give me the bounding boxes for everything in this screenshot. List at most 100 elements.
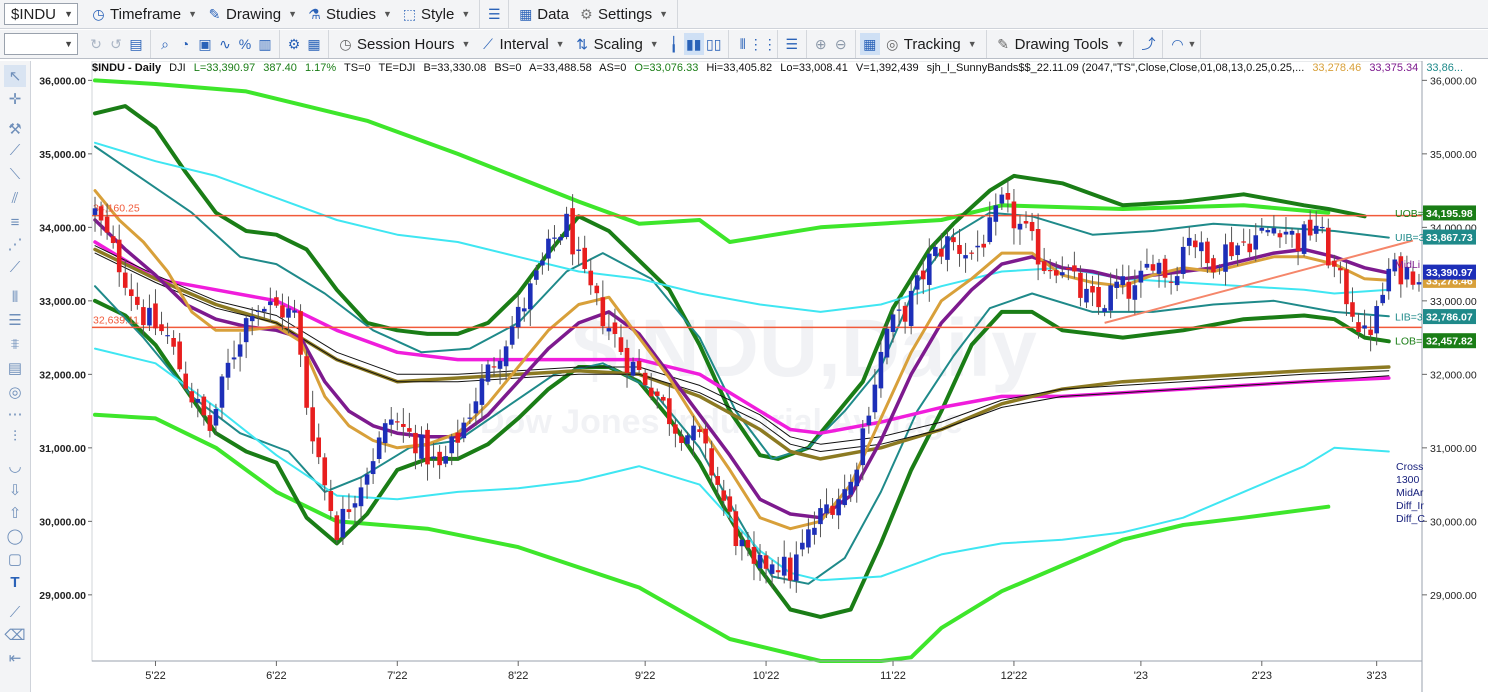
- candle-body: [340, 508, 346, 538]
- arrow-down-icon[interactable]: ⇩: [4, 479, 26, 501]
- speed-lines-icon[interactable]: ⫶: [4, 425, 26, 447]
- chevron-down-icon: ▼: [188, 9, 198, 19]
- candle-body: [310, 407, 315, 442]
- candle: [975, 230, 980, 262]
- chart-wave-icon[interactable]: ∿: [215, 33, 235, 55]
- reload-icon[interactable]: ↺: [106, 33, 126, 55]
- table-icon[interactable]: ▤: [126, 33, 146, 55]
- layout-icon[interactable]: ☰: [484, 3, 504, 25]
- time-tick-label: 7'22: [387, 670, 407, 682]
- drawing-button[interactable]: ✎ Drawing ▼: [202, 3, 302, 25]
- ruler-icon[interactable]: ⟋: [4, 601, 26, 623]
- zoom-in-icon[interactable]: ⊕: [811, 33, 831, 55]
- line-tool-icon[interactable]: ⟋: [4, 139, 26, 161]
- left-price-tick-label: 36,000.00: [39, 75, 86, 87]
- image-icon[interactable]: ▣: [195, 33, 215, 55]
- data-button[interactable]: ▦ Data: [513, 3, 574, 25]
- gauge-icon[interactable]: ◔: [175, 33, 195, 55]
- text-tool-icon[interactable]: T: [4, 571, 26, 593]
- arc-icon[interactable]: ◡: [4, 455, 26, 477]
- hline-label-2: 32,639.11: [93, 314, 139, 326]
- toolbar-group-refresh: ↻ ↺ ▤: [82, 30, 151, 58]
- zoom-out-icon[interactable]: ⊖: [831, 33, 851, 55]
- candle-body: [286, 308, 291, 318]
- ellipse-icon[interactable]: ◯: [4, 525, 26, 547]
- fib-tool-icon[interactable]: ☰: [4, 309, 26, 331]
- chart-volume-icon[interactable]: ▥: [255, 33, 275, 55]
- candle-body: [1368, 329, 1373, 336]
- chevron-down-icon: ▼: [1115, 39, 1125, 49]
- candle-body: [654, 391, 660, 396]
- candle-body: [1174, 276, 1180, 286]
- label-midline: MidLi: [1395, 259, 1420, 271]
- rectangle-icon[interactable]: ▢: [4, 548, 26, 570]
- timeframe-button[interactable]: ◷ Timeframe ▼: [86, 3, 202, 25]
- collapse-left-icon[interactable]: ⇤: [4, 647, 26, 669]
- grid-tool-icon[interactable]: ▤: [4, 357, 26, 379]
- style-button[interactable]: ⬚ Style ▼: [397, 3, 475, 25]
- wand-icon[interactable]: ⚒: [4, 118, 26, 140]
- candle-body: [1180, 246, 1186, 274]
- bar-chart-icon[interactable]: ╽: [664, 33, 684, 55]
- time-tick-label: 5'22: [145, 670, 165, 682]
- header-open: O=33,076.33: [634, 62, 699, 74]
- hollow-candle-icon[interactable]: ▯▯: [704, 33, 724, 55]
- price-chart[interactable]: $INDU,Daily Dow Jones Industrial Average…: [32, 61, 1488, 692]
- candle-body: [703, 428, 708, 444]
- tracking-button[interactable]: ◎ Tracking ▼: [880, 33, 982, 55]
- candle: [1017, 215, 1023, 245]
- cog-icon[interactable]: ⚙: [284, 33, 304, 55]
- crosshair-grid-icon[interactable]: ▦: [859, 33, 880, 55]
- symbol-selector[interactable]: $INDU ▼: [4, 3, 78, 25]
- candle-body: [122, 272, 128, 288]
- candlestick-icon[interactable]: ▮▮: [683, 33, 704, 55]
- pointer-icon[interactable]: ↖: [4, 65, 26, 87]
- candle-body: [1265, 230, 1271, 233]
- interval-button[interactable]: ⟋ Interval ▼: [475, 33, 569, 55]
- fib-ext-icon[interactable]: ⩨: [4, 333, 26, 355]
- data-grid-icon: ▦: [519, 5, 533, 22]
- interval-icon: ⟋: [483, 35, 493, 52]
- studies-button[interactable]: ⚗ Studies ▼: [302, 3, 397, 25]
- price-tick-label: 36,000.00: [1430, 75, 1477, 87]
- chart-area[interactable]: $INDU,Daily Dow Jones Industrial Average…: [32, 61, 1488, 692]
- fan-tool-icon[interactable]: ⋰: [4, 233, 26, 255]
- vertical-lines-icon[interactable]: ⦀: [4, 286, 26, 308]
- expand-icon[interactable]: ⋮⋮: [749, 33, 777, 55]
- candle: [1120, 264, 1126, 295]
- candle-body: [830, 505, 835, 515]
- session-hours-button[interactable]: ◷ Session Hours ▼: [333, 33, 475, 55]
- candle: [564, 206, 569, 240]
- scaling-button[interactable]: ⇅ Scaling ▼: [570, 33, 664, 55]
- crosshair-icon[interactable]: ✛: [4, 88, 26, 110]
- settings-button[interactable]: ⚙ Settings ▼: [574, 3, 673, 25]
- candle-body: [255, 310, 261, 312]
- candle-body: [437, 451, 442, 466]
- candle: [842, 474, 847, 508]
- arrow-up-icon[interactable]: ⇧: [4, 502, 26, 524]
- eraser-icon[interactable]: ⌫: [4, 624, 26, 646]
- candle: [1301, 221, 1307, 257]
- layout-icon[interactable]: ☰: [782, 33, 802, 55]
- ray-tool-icon[interactable]: ⟍: [4, 163, 26, 185]
- channel-tool-icon[interactable]: ⫽: [4, 187, 26, 209]
- gann-icon[interactable]: ⋯: [4, 403, 26, 425]
- analytics-icon[interactable]: ◠: [1167, 33, 1187, 55]
- chart-percent-icon[interactable]: %: [235, 33, 255, 55]
- parallel-lines-icon[interactable]: ≡: [4, 211, 26, 233]
- spiral-icon[interactable]: ◎: [4, 381, 26, 403]
- zoom-search-icon[interactable]: ⌕: [155, 33, 175, 55]
- grid-icon[interactable]: ▦: [304, 33, 324, 55]
- interval-input[interactable]: ▼: [4, 33, 78, 55]
- trend-tool-icon[interactable]: ⟋: [4, 256, 26, 278]
- candle-body: [630, 361, 636, 376]
- toolbar-group-tools: ⌕ ◔ ▣ ∿ % ▥: [151, 30, 280, 58]
- drawing-tools-button[interactable]: ✎ Drawing Tools ▼: [991, 33, 1130, 55]
- refresh-icon[interactable]: ↻: [86, 33, 106, 55]
- candle-body: [896, 309, 902, 311]
- header-study-value-2: 33,375.34: [1369, 62, 1419, 74]
- candle: [1114, 268, 1120, 299]
- candle-body: [667, 398, 672, 425]
- trend-chart-icon[interactable]: ⤴: [1138, 33, 1158, 55]
- candle: [1192, 234, 1198, 259]
